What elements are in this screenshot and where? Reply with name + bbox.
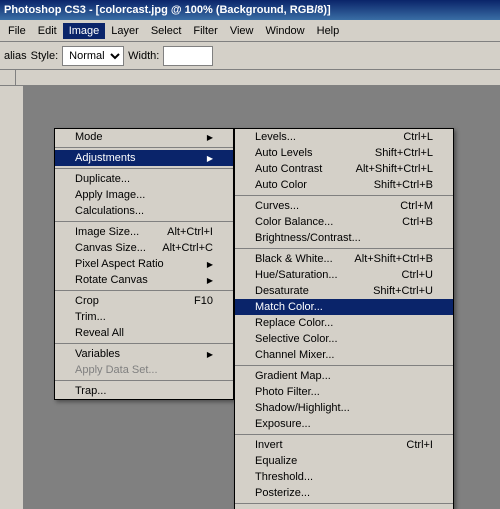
adj-sep-1	[235, 195, 453, 196]
separator-4	[55, 290, 233, 291]
menu-help[interactable]: Help	[311, 23, 346, 39]
width-label: Width:	[128, 50, 159, 62]
adj-gradient-map[interactable]: Gradient Map...	[235, 368, 453, 384]
menu-image[interactable]: Image	[63, 23, 106, 39]
menu-crop[interactable]: Crop F10	[55, 293, 233, 309]
separator-1	[55, 147, 233, 148]
menu-mode[interactable]: Mode	[55, 129, 233, 145]
separator-5	[55, 343, 233, 344]
adj-replace-color[interactable]: Replace Color...	[235, 315, 453, 331]
adj-match-color[interactable]: Match Color...	[235, 299, 453, 315]
style-label: Style:	[31, 50, 59, 62]
alias-label: alias	[4, 50, 27, 62]
ruler-area	[0, 70, 500, 86]
adj-channel-mixer[interactable]: Channel Mixer...	[235, 347, 453, 363]
left-toolbar	[0, 86, 24, 509]
adj-levels[interactable]: Levels... Ctrl+L	[235, 129, 453, 145]
menu-view[interactable]: View	[224, 23, 260, 39]
adj-color-balance[interactable]: Color Balance... Ctrl+B	[235, 214, 453, 230]
adj-threshold[interactable]: Threshold...	[235, 469, 453, 485]
adj-sep-4	[235, 434, 453, 435]
separator-3	[55, 221, 233, 222]
menu-canvas-size[interactable]: Canvas Size... Alt+Ctrl+C	[55, 240, 233, 256]
adj-selective-color[interactable]: Selective Color...	[235, 331, 453, 347]
menu-pixel-aspect[interactable]: Pixel Aspect Ratio	[55, 256, 233, 272]
menu-edit[interactable]: Edit	[32, 23, 63, 39]
adj-exposure[interactable]: Exposure...	[235, 416, 453, 432]
adj-sep-5	[235, 503, 453, 504]
adj-desaturate[interactable]: Desaturate Shift+Ctrl+U	[235, 283, 453, 299]
menu-trim[interactable]: Trim...	[55, 309, 233, 325]
menu-rotate-canvas[interactable]: Rotate Canvas	[55, 272, 233, 288]
menu-file[interactable]: File	[2, 23, 32, 39]
adj-hue-saturation[interactable]: Hue/Saturation... Ctrl+U	[235, 267, 453, 283]
style-select[interactable]: Normal	[62, 46, 124, 66]
adj-brightness-contrast[interactable]: Brightness/Contrast...	[235, 230, 453, 246]
menu-select[interactable]: Select	[145, 23, 188, 39]
image-menu[interactable]: Mode Adjustments Duplicate... Apply Imag…	[54, 128, 234, 400]
adj-black-white[interactable]: Black & White... Alt+Shift+Ctrl+B	[235, 251, 453, 267]
menu-calculations[interactable]: Calculations...	[55, 203, 233, 219]
adj-posterize[interactable]: Posterize...	[235, 485, 453, 501]
menu-filter[interactable]: Filter	[187, 23, 223, 39]
separator-6	[55, 380, 233, 381]
menu-window[interactable]: Window	[260, 23, 311, 39]
adj-photo-filter[interactable]: Photo Filter...	[235, 384, 453, 400]
ruler-corner	[0, 70, 16, 86]
title-text: Photoshop CS3 - [colorcast.jpg @ 100% (B…	[4, 4, 331, 16]
menu-reveal-all[interactable]: Reveal All	[55, 325, 233, 341]
separator-2	[55, 168, 233, 169]
title-bar: Photoshop CS3 - [colorcast.jpg @ 100% (B…	[0, 0, 500, 20]
dropdown-overlay: Mode Adjustments Duplicate... Apply Imag…	[24, 128, 500, 509]
canvas-area: Mode Adjustments Duplicate... Apply Imag…	[24, 86, 500, 509]
adj-equalize[interactable]: Equalize	[235, 453, 453, 469]
adj-auto-levels[interactable]: Auto Levels Shift+Ctrl+L	[235, 145, 453, 161]
menu-layer[interactable]: Layer	[105, 23, 145, 39]
menu-apply-image[interactable]: Apply Image...	[55, 187, 233, 203]
adj-invert[interactable]: Invert Ctrl+I	[235, 437, 453, 453]
adj-sep-3	[235, 365, 453, 366]
toolbar: alias Style: Normal Width:	[0, 42, 500, 70]
adj-shadow-highlight[interactable]: Shadow/Highlight...	[235, 400, 453, 416]
adj-auto-contrast[interactable]: Auto Contrast Alt+Shift+Ctrl+L	[235, 161, 453, 177]
main-area: Mode Adjustments Duplicate... Apply Imag…	[0, 86, 500, 509]
menu-apply-data-set: Apply Data Set...	[55, 362, 233, 378]
adj-sep-2	[235, 248, 453, 249]
width-input[interactable]	[163, 46, 213, 66]
menu-duplicate[interactable]: Duplicate...	[55, 171, 233, 187]
menu-bar: File Edit Image Layer Select Filter View…	[0, 20, 500, 42]
menu-adjustments[interactable]: Adjustments	[55, 150, 233, 166]
adjustments-submenu[interactable]: Levels... Ctrl+L Auto Levels Shift+Ctrl+…	[234, 128, 454, 509]
ruler-horizontal	[16, 70, 500, 86]
menu-variables[interactable]: Variables	[55, 346, 233, 362]
adj-curves[interactable]: Curves... Ctrl+M	[235, 198, 453, 214]
menu-image-size[interactable]: Image Size... Alt+Ctrl+I	[55, 224, 233, 240]
adj-auto-color[interactable]: Auto Color Shift+Ctrl+B	[235, 177, 453, 193]
menu-trap[interactable]: Trap...	[55, 383, 233, 399]
